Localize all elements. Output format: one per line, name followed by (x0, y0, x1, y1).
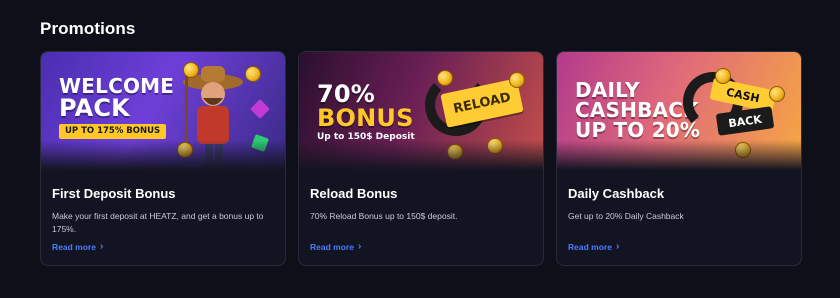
read-more-link[interactable]: Read more › (52, 241, 104, 253)
coin-icon (509, 72, 525, 88)
read-more-link[interactable]: Read more › (310, 241, 362, 253)
promo-card-reload[interactable]: 70% BONUS Up to 150$ Deposit RELOAD Relo… (298, 51, 544, 266)
promo-banner: WELCOME PACK UP TO 175% BONUS (41, 52, 285, 170)
banner-line: 70% (317, 80, 376, 108)
section-title: Promotions (40, 19, 136, 38)
card-title: Reload Bonus (310, 186, 398, 201)
banner-line: BONUS (317, 104, 414, 132)
card-title: First Deposit Bonus (52, 186, 176, 201)
card-title: Daily Cashback (568, 186, 665, 201)
promotion-cards: WELCOME PACK UP TO 175% BONUS First Depo… (40, 51, 802, 266)
banner-line: DAILY (575, 78, 640, 102)
banner-line: PACK (59, 94, 130, 122)
read-more-label: Read more (52, 242, 96, 252)
read-more-label: Read more (568, 242, 612, 252)
chevron-right-icon: › (357, 241, 362, 252)
promo-card-first-deposit[interactable]: WELCOME PACK UP TO 175% BONUS First Depo… (40, 51, 286, 266)
chevron-right-icon: › (615, 241, 620, 252)
banner-line: UP TO 20% (575, 118, 701, 142)
banner-text: DAILY CASHBACK UP TO 20% (575, 80, 700, 140)
banner-line: CASHBACK (575, 98, 699, 122)
card-description: 70% Reload Bonus up to 150$ deposit. (310, 211, 458, 221)
coin-icon (437, 70, 453, 86)
coin-icon (715, 68, 731, 84)
card-description: Get up to 20% Daily Cashback (568, 211, 684, 221)
banner-pill: UP TO 175% BONUS (59, 124, 167, 139)
read-more-label: Read more (310, 242, 354, 252)
banner-line: WELCOME (59, 74, 175, 98)
coin-icon (769, 86, 785, 102)
chevron-right-icon: › (99, 241, 104, 252)
promo-banner: DAILY CASHBACK UP TO 20% CASH BACK (557, 52, 801, 170)
read-more-link[interactable]: Read more › (568, 241, 620, 253)
gem-icon (250, 99, 270, 119)
card-description: Make your first deposit at HEATZ, and ge… (52, 211, 264, 235)
coin-icon (183, 62, 199, 78)
promo-card-daily-cashback[interactable]: DAILY CASHBACK UP TO 20% CASH BACK Daily… (556, 51, 802, 266)
banner-text: WELCOME PACK UP TO 175% BONUS (59, 76, 174, 139)
promo-banner: 70% BONUS Up to 150$ Deposit RELOAD (299, 52, 543, 170)
coin-icon (245, 66, 261, 82)
banner-text: 70% BONUS Up to 150$ Deposit (317, 82, 415, 142)
